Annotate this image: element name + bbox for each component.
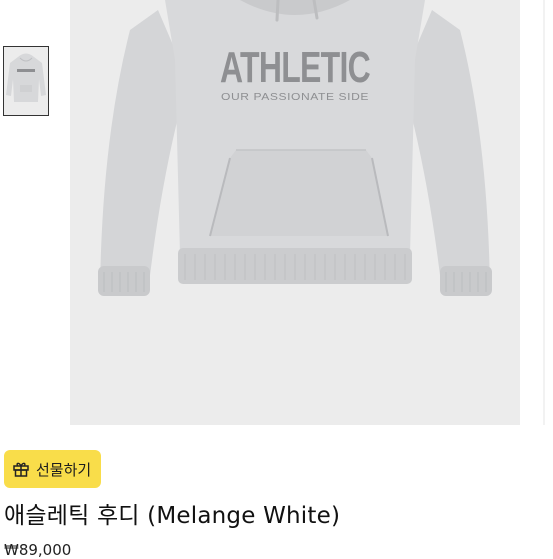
left-cuff	[98, 266, 150, 296]
right-cuff	[440, 266, 492, 296]
product-main-image: ATHLETIC OUR PASSIONATE SIDE	[70, 0, 520, 425]
thumbnail-strip	[3, 46, 49, 116]
thumbnail-hoodie-image	[4, 47, 48, 115]
thumbnail-hoodie-selected[interactable]	[3, 46, 49, 116]
product-price: ₩89,000	[4, 541, 72, 559]
gift-icon	[13, 462, 29, 477]
gift-button-label: 선물하기	[36, 460, 92, 479]
image-scrollbar[interactable]	[543, 0, 545, 425]
kangaroo-pocket	[210, 150, 388, 236]
chest-graphic-text: ATHLETIC	[220, 43, 370, 92]
hoodie-illustration: ATHLETIC OUR PASSIONATE SIDE	[70, 0, 520, 425]
gift-button[interactable]: 선물하기	[4, 450, 102, 488]
chest-graphic-subtext: OUR PASSIONATE SIDE	[221, 91, 369, 103]
product-title: 애슬레틱 후디 (Melange White)	[4, 503, 341, 529]
